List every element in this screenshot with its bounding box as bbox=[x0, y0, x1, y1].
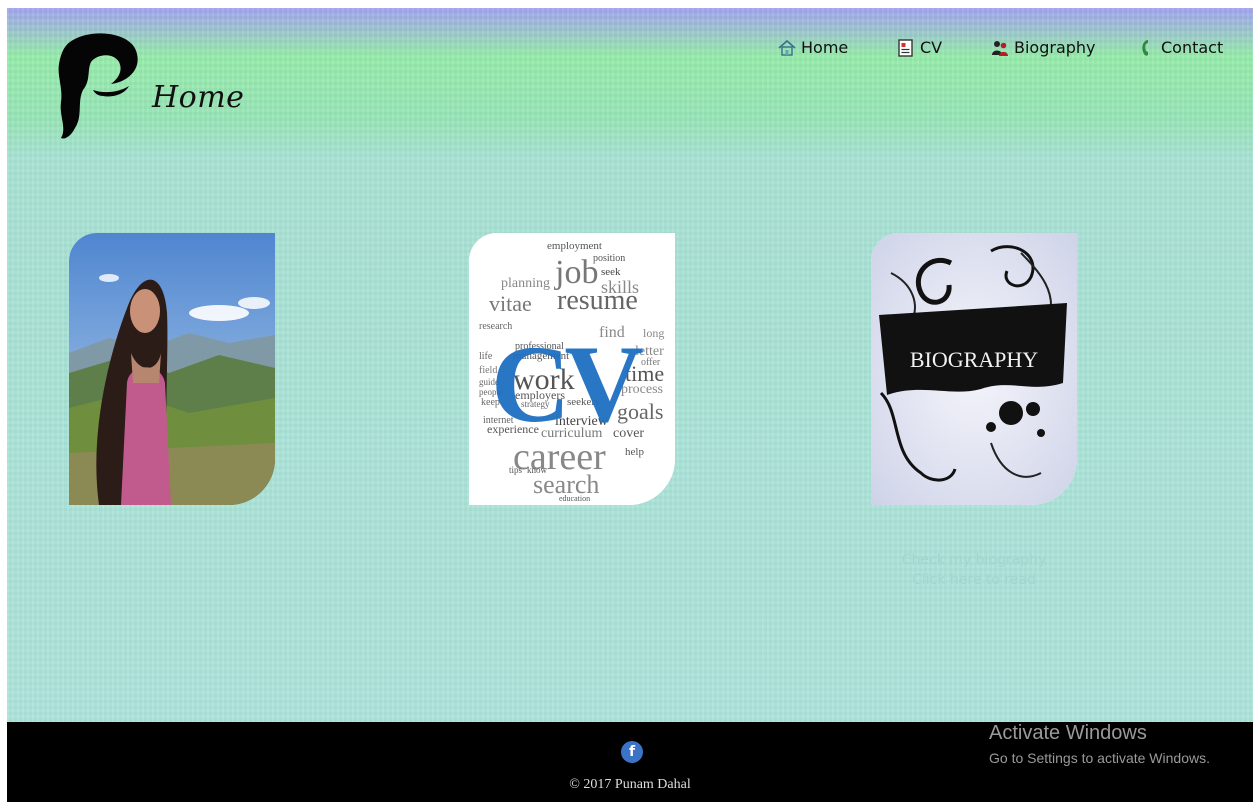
windows-activation-title: Activate Windows bbox=[989, 722, 1147, 744]
tooltip-link[interactable]: Click here to read bbox=[871, 572, 1077, 588]
cloud-word: employment bbox=[547, 240, 602, 252]
home-icon bbox=[778, 39, 796, 56]
page-background: Home Home CV Biography Contact employmen… bbox=[7, 8, 1253, 802]
profile-card[interactable] bbox=[69, 233, 275, 505]
nav-item-cv[interactable]: CV bbox=[897, 38, 942, 57]
cloud-word: seek bbox=[601, 266, 621, 278]
nav-item-label: Biography bbox=[1014, 38, 1096, 57]
tooltip-line: Check my biography bbox=[901, 552, 1047, 568]
biography-image: BIOGRAPHY bbox=[871, 233, 1077, 505]
profile-photo bbox=[69, 233, 275, 505]
cloud-word: vitae bbox=[489, 291, 532, 316]
nav-item-contact[interactable]: Contact bbox=[1138, 38, 1223, 57]
cloud-word: long bbox=[643, 326, 664, 340]
facebook-icon[interactable]: f bbox=[621, 741, 643, 763]
cv-card[interactable]: employment position job skills resume vi… bbox=[469, 233, 675, 505]
cloud-word: help bbox=[625, 446, 644, 458]
footer: f © 2017 Punam Dahal Activate Windows Go… bbox=[7, 722, 1253, 802]
document-icon bbox=[898, 38, 913, 57]
top-navigation: Home CV Biography Contact bbox=[7, 38, 1253, 64]
copyright-text: © 2017 Punam Dahal bbox=[569, 777, 691, 792]
cloud-word: tips bbox=[509, 465, 523, 475]
biography-tooltip: Check my biography Click here to read bbox=[871, 548, 1077, 598]
nav-item-label: Contact bbox=[1161, 38, 1224, 57]
nav-item-biography[interactable]: Biography bbox=[991, 38, 1096, 57]
cloud-word: planning bbox=[501, 276, 550, 291]
biography-card[interactable]: BIOGRAPHY bbox=[871, 233, 1077, 505]
cloud-word: offer bbox=[641, 357, 661, 368]
cv-main-text: CV bbox=[491, 323, 643, 445]
cv-word-cloud: employment position job skills resume vi… bbox=[469, 233, 675, 505]
page-title: Home bbox=[152, 80, 245, 115]
nav-item-label: CV bbox=[920, 38, 943, 57]
cloud-word: know bbox=[527, 465, 548, 475]
phone-icon bbox=[1142, 39, 1148, 56]
cloud-word: resume bbox=[557, 285, 638, 316]
biography-label: BIOGRAPHY bbox=[910, 347, 1038, 372]
windows-activation-subtitle: Go to Settings to activate Windows. bbox=[989, 750, 1210, 766]
nav-item-home[interactable]: Home bbox=[778, 38, 848, 57]
cloud-word: education bbox=[559, 494, 590, 503]
people-icon bbox=[992, 40, 1008, 56]
nav-item-label: Home bbox=[801, 38, 849, 57]
